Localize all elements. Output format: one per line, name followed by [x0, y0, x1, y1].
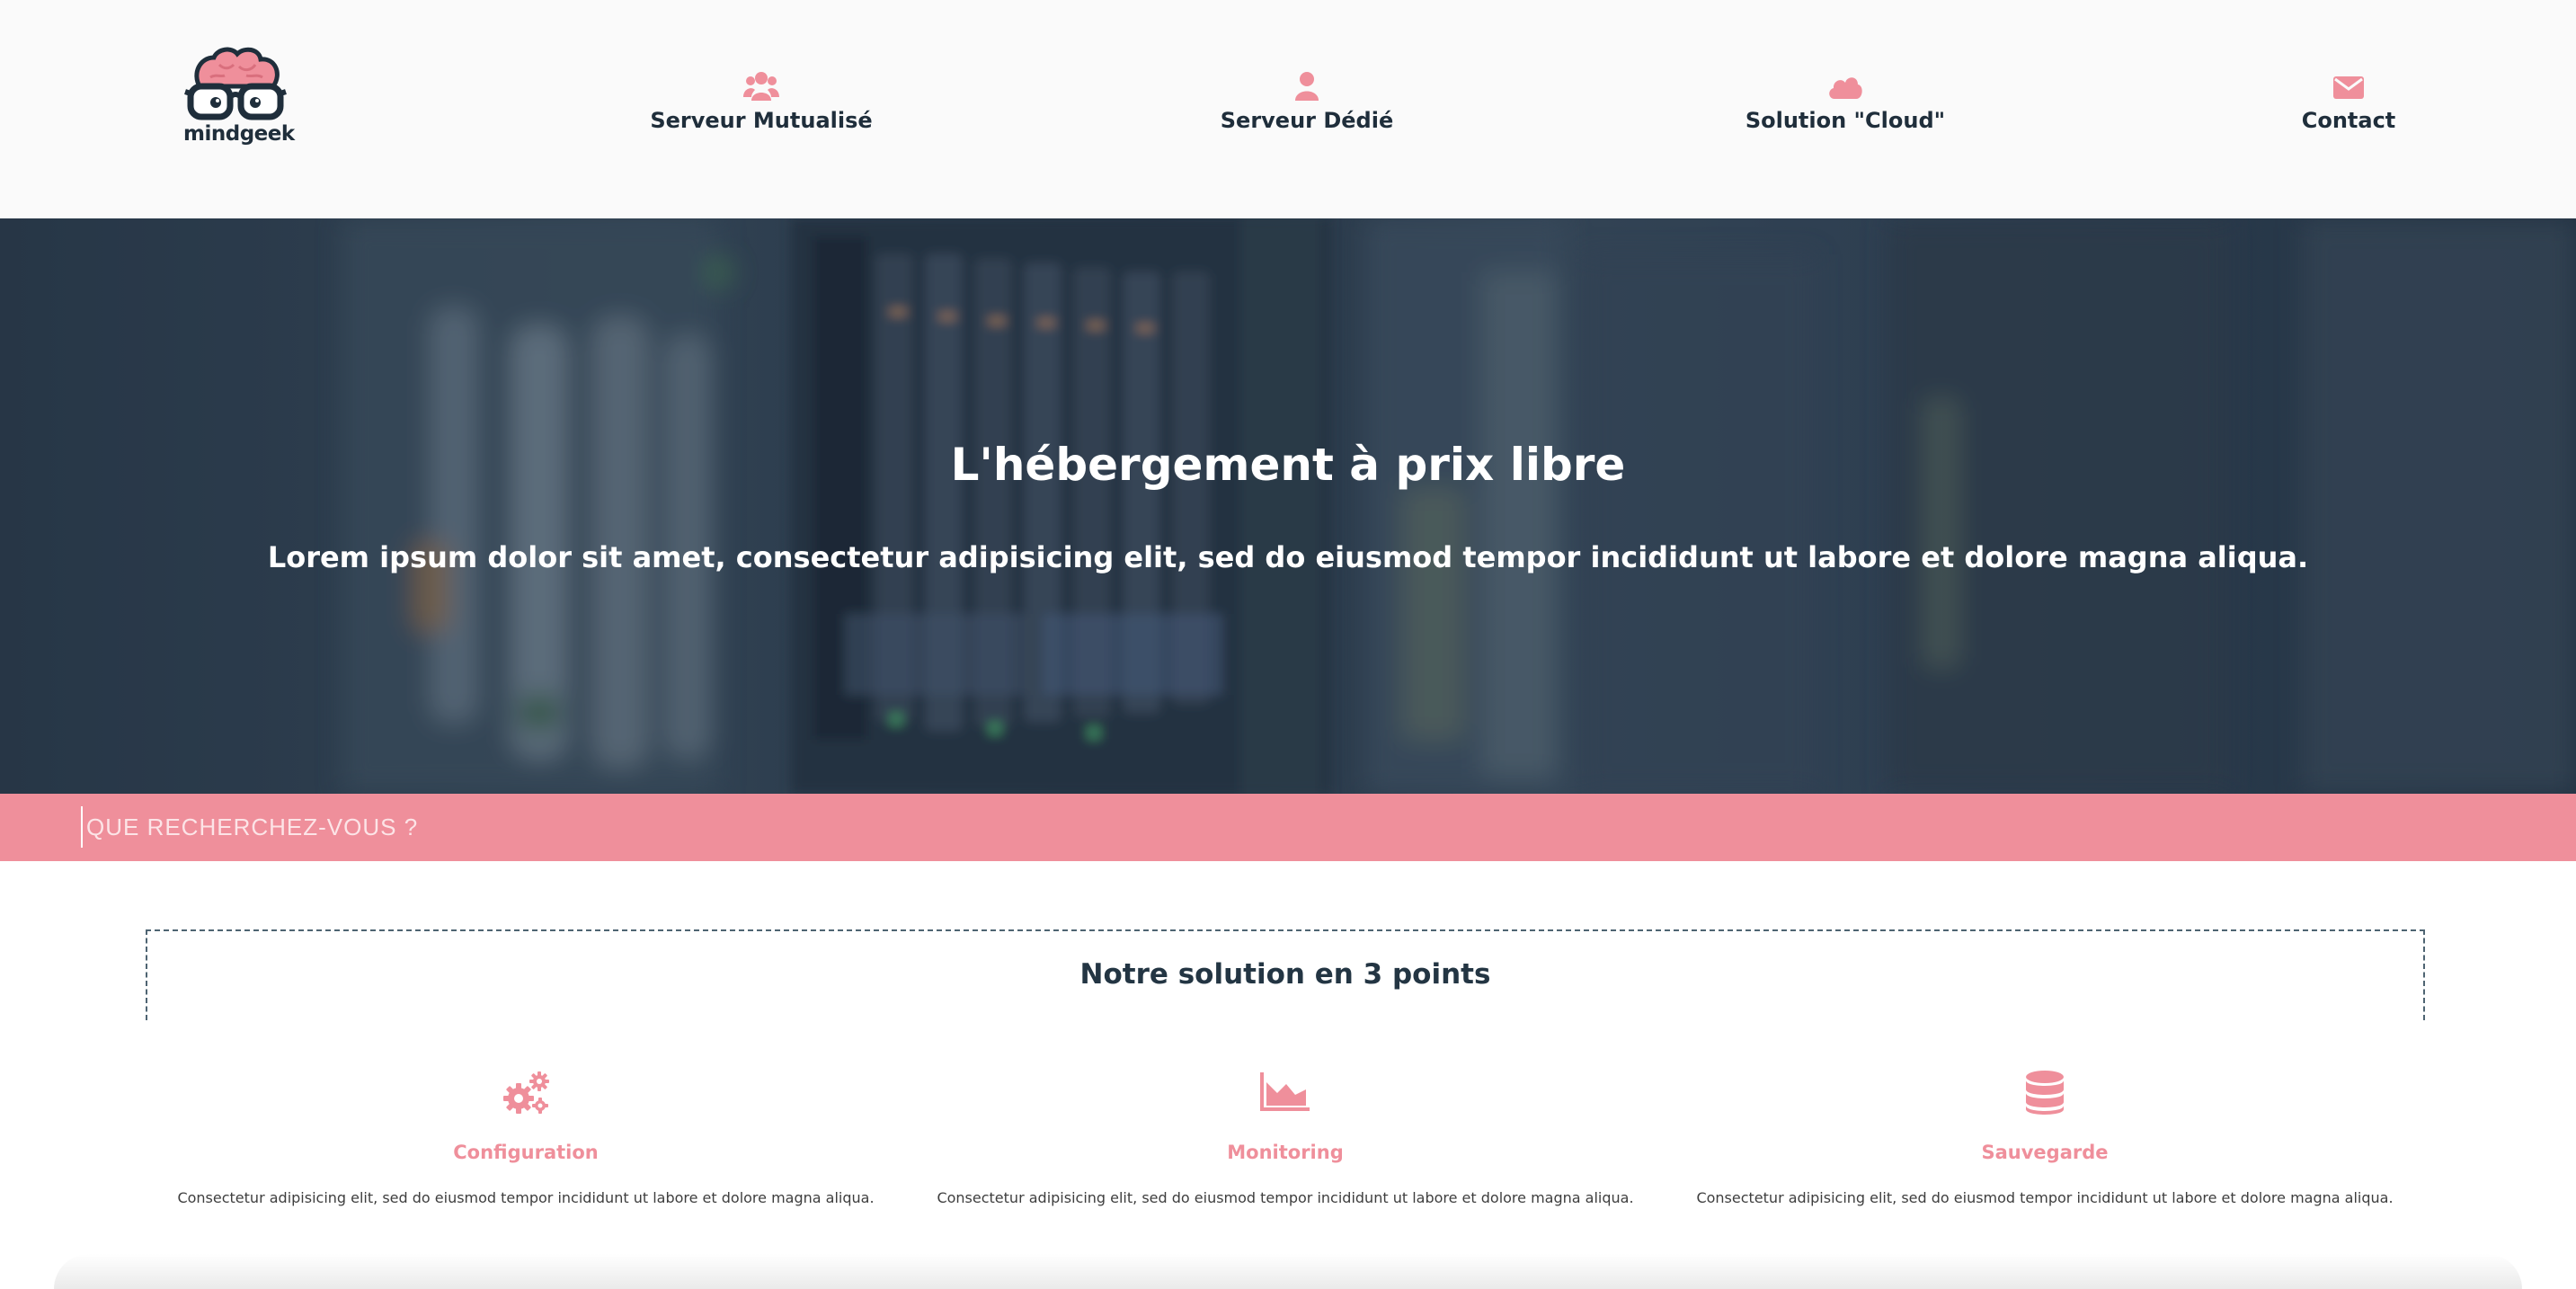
nav-label: Serveur Mutualisé — [650, 108, 873, 133]
feature-text: Consectetur adipisicing elit, sed do eiu… — [937, 1189, 1634, 1206]
search-input[interactable] — [81, 806, 2508, 848]
nav-label: Serveur Dédié — [1220, 108, 1394, 133]
cloud-icon — [1733, 70, 1958, 102]
top-navigation: mindgeek Serveur Mutualisé Serveur Dédié — [0, 0, 2576, 218]
feature-text: Consectetur adipisicing elit, sed do eiu… — [1696, 1189, 2394, 1206]
feature-text: Consectetur adipisicing elit, sed do eiu… — [177, 1189, 875, 1206]
nav-label: Solution "Cloud" — [1745, 108, 1946, 133]
logo-text: mindgeek — [183, 122, 295, 146]
next-section-shadow — [54, 1254, 2522, 1289]
feature-title: Configuration — [453, 1142, 599, 1163]
nav-item-solution-cloud[interactable]: Solution "Cloud" — [1733, 70, 1958, 142]
feature-monitoring: Monitoring Consectetur adipisicing elit,… — [935, 1070, 1636, 1231]
hero-subtitle: Lorem ipsum dolor sit amet, consectetur … — [267, 540, 2309, 574]
area-chart-icon — [935, 1070, 1636, 1120]
solution-section-box: Notre solution en 3 points — [146, 929, 2425, 1020]
gears-icon — [175, 1070, 876, 1120]
site-logo[interactable]: mindgeek — [183, 47, 295, 147]
brain-glasses-logo-icon — [184, 47, 287, 120]
server-rack-background-image — [0, 218, 2576, 794]
envelope-icon — [2283, 70, 2414, 102]
hero-title: L'hébergement à prix libre — [950, 439, 1626, 491]
nav-item-serveur-dedie[interactable]: Serveur Dédié — [1199, 70, 1415, 142]
feature-title: Sauvegarde — [1981, 1142, 2109, 1163]
nav-item-contact[interactable]: Contact — [2283, 70, 2414, 142]
nav-item-serveur-mutualise[interactable]: Serveur Mutualisé — [629, 70, 893, 142]
section-title: Notre solution en 3 points — [1079, 958, 1491, 991]
nav-label: Contact — [2301, 108, 2396, 133]
feature-configuration: Configuration Consectetur adipisicing el… — [175, 1070, 876, 1231]
search-bar — [0, 794, 2576, 861]
hero-banner: L'hébergement à prix libre Lorem ipsum d… — [0, 218, 2576, 794]
feature-sauvegarde: Sauvegarde Consectetur adipisicing elit,… — [1694, 1070, 2395, 1231]
users-icon — [629, 70, 893, 102]
feature-title: Monitoring — [1227, 1142, 1344, 1163]
user-icon — [1199, 70, 1415, 102]
database-icon — [1694, 1070, 2395, 1120]
